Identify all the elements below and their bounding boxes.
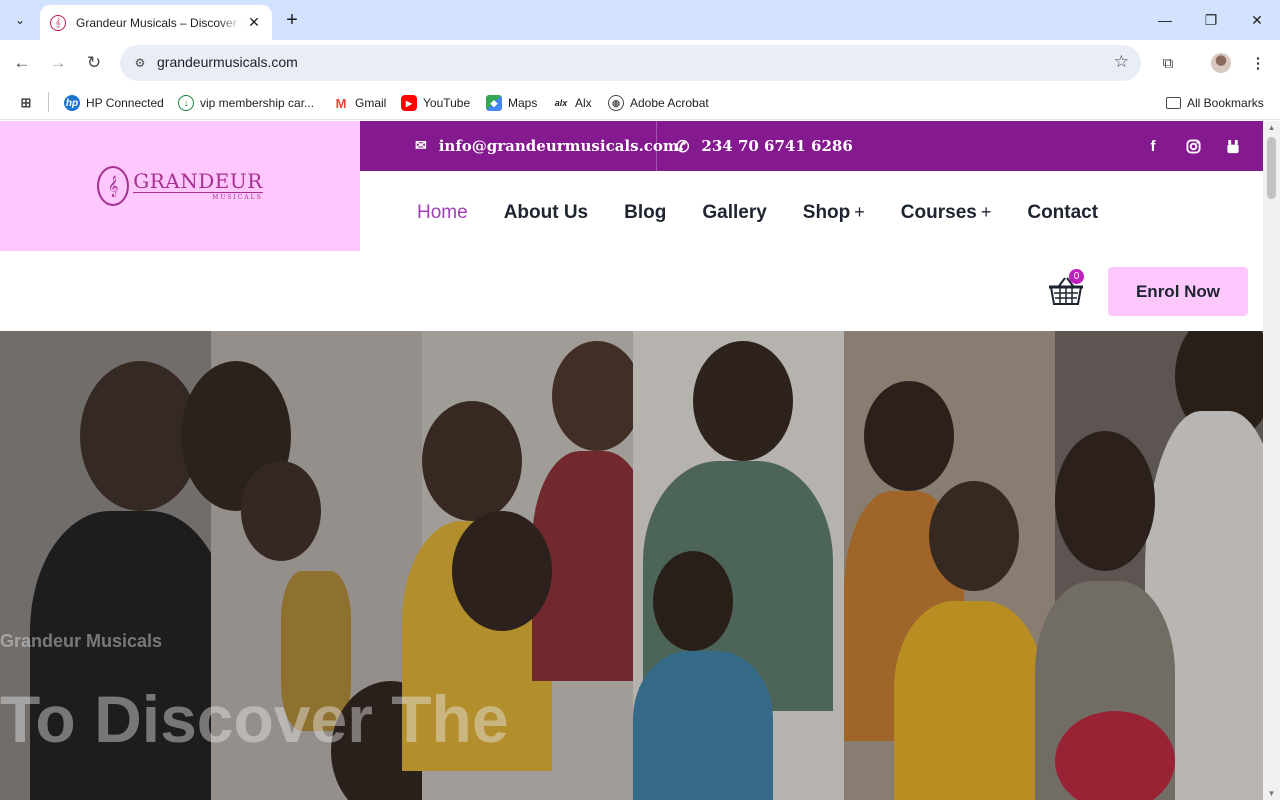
- youtube-icon: ▶: [401, 95, 417, 111]
- cart-count-badge: 0: [1069, 269, 1084, 284]
- logo-area: 𝄞 GRANDEUR MUSICALS: [0, 121, 360, 251]
- minimize-button[interactable]: —: [1142, 0, 1188, 40]
- phone-icon: ✆: [676, 136, 690, 156]
- phone-text: 234 70 6741 6286: [701, 137, 853, 155]
- reload-button[interactable]: ↻: [80, 49, 108, 77]
- envelope-icon: ✉: [415, 138, 427, 154]
- email-text: info@grandeurmusicals.com: [438, 137, 679, 155]
- site-logo[interactable]: 𝄞 GRANDEUR MUSICALS: [97, 166, 263, 206]
- all-bookmarks-button[interactable]: All Bookmarks: [1166, 92, 1264, 114]
- hp-icon: hp: [64, 95, 80, 111]
- forward-button[interactable]: →: [44, 49, 72, 77]
- website-viewport: 𝄞 GRANDEUR MUSICALS ✉ info@grandeurmusic…: [0, 121, 1263, 800]
- bookmark-gmail[interactable]: M Gmail: [333, 92, 387, 114]
- hero-title: To Discover The: [0, 682, 509, 756]
- bookmark-maps[interactable]: ◆ Maps: [486, 92, 537, 114]
- bookmarks-bar: ⊞ hp HP Connected ↓ vip membership car..…: [0, 86, 1280, 120]
- bookmark-youtube[interactable]: ▶ YouTube: [401, 92, 470, 114]
- gmail-icon: M: [335, 95, 347, 111]
- nav-shop-label: Shop: [802, 202, 851, 223]
- logo-subtitle: MUSICALS: [133, 192, 263, 201]
- bookmark-label: YouTube: [423, 96, 471, 110]
- globe-icon: ◍: [608, 95, 624, 111]
- bookmark-hp-connected[interactable]: hp HP Connected: [64, 92, 164, 114]
- bookmark-label: Maps: [508, 96, 538, 110]
- bookmark-label: Gmail: [355, 96, 387, 110]
- enrol-now-button[interactable]: Enrol Now: [1108, 267, 1248, 316]
- main-navigation: Home About Us Blog Gallery Shop + Courses…: [417, 201, 1134, 225]
- menu-kebab-icon[interactable]: ⋮: [1244, 49, 1272, 77]
- apps-grid-icon[interactable]: ⊞: [18, 92, 34, 114]
- download-icon: ↓: [178, 95, 194, 111]
- bookmark-label: Adobe Acrobat: [630, 96, 709, 110]
- site-favicon-icon: 𝄞: [50, 14, 66, 31]
- all-bookmarks-label: All Bookmarks: [1187, 96, 1264, 110]
- nav-shop[interactable]: Shop +: [803, 202, 865, 224]
- site-info-icon[interactable]: ⚙: [130, 53, 150, 73]
- restore-button[interactable]: ❐: [1188, 0, 1234, 40]
- folder-icon: [1166, 97, 1181, 109]
- url-text[interactable]: grandeurmusicals.com: [157, 54, 298, 70]
- extensions-icon[interactable]: ⧉: [1154, 49, 1182, 77]
- hero-subtitle: Grandeur Musicals: [0, 631, 163, 651]
- instagram-icon[interactable]: [1183, 136, 1203, 156]
- contact-topbar: ✉ info@grandeurmusicals.com ✆ 234 70 674…: [360, 121, 1263, 171]
- youtube-social-icon[interactable]: [1223, 136, 1243, 156]
- nav-gallery[interactable]: Gallery: [702, 202, 766, 224]
- bookmark-label: Alx: [575, 96, 592, 110]
- tab-close-icon[interactable]: ✕: [246, 14, 262, 31]
- scroll-up-icon[interactable]: ▲: [1267, 123, 1276, 132]
- nav-courses-label: Courses: [900, 202, 977, 223]
- facebook-icon[interactable]: f: [1143, 136, 1163, 156]
- nav-home[interactable]: Home: [417, 202, 468, 224]
- bookmark-adobe-acrobat[interactable]: ◍ Adobe Acrobat: [608, 92, 709, 114]
- tab-search-button[interactable]: ⌄: [6, 6, 34, 34]
- bookmark-label: HP Connected: [86, 96, 164, 110]
- address-bar[interactable]: ⚙ grandeurmusicals.com ☆: [120, 45, 1141, 81]
- email-link[interactable]: ✉ info@grandeurmusicals.com: [415, 121, 679, 171]
- topbar-divider: [656, 121, 657, 171]
- tab-title: Grandeur Musicals – Discover the: [76, 15, 242, 30]
- scroll-down-icon[interactable]: ▼: [1267, 789, 1276, 798]
- logo-wordmark: GRANDEUR: [133, 169, 263, 193]
- close-window-button[interactable]: ✕: [1234, 0, 1280, 40]
- bookmark-separator: [48, 92, 49, 112]
- nav-about-us[interactable]: About Us: [504, 202, 588, 224]
- back-button[interactable]: ←: [8, 49, 36, 77]
- page-scrollbar[interactable]: ▲ ▼: [1263, 121, 1280, 800]
- hero-image-slider: Grandeur Musicals To Discover The: [0, 331, 1263, 800]
- maps-icon: ◆: [486, 95, 502, 111]
- scrollbar-thumb[interactable]: [1267, 137, 1276, 199]
- submenu-plus-icon: +: [854, 202, 865, 222]
- bookmark-vip-membership[interactable]: ↓ vip membership car...: [178, 92, 314, 114]
- treble-clef-icon: 𝄞: [97, 166, 130, 206]
- bookmark-star-icon[interactable]: ☆: [1114, 52, 1129, 72]
- profile-avatar[interactable]: [1211, 53, 1231, 73]
- alx-icon: alx: [554, 98, 568, 108]
- submenu-plus-icon: +: [980, 202, 992, 222]
- active-tab[interactable]: 𝄞 Grandeur Musicals – Discover the ✕: [40, 5, 272, 40]
- phone-link[interactable]: ✆ 234 70 6741 6286: [676, 121, 853, 171]
- new-tab-button[interactable]: +: [280, 8, 304, 32]
- bookmark-alx[interactable]: alx Alx: [553, 92, 592, 114]
- nav-courses[interactable]: Courses +: [901, 202, 992, 224]
- bookmark-label: vip membership car...: [200, 96, 315, 110]
- nav-blog[interactable]: Blog: [624, 202, 666, 224]
- tab-strip: ⌄ 𝄞 Grandeur Musicals – Discover the ✕ +…: [0, 0, 1280, 40]
- nav-contact[interactable]: Contact: [1027, 202, 1098, 224]
